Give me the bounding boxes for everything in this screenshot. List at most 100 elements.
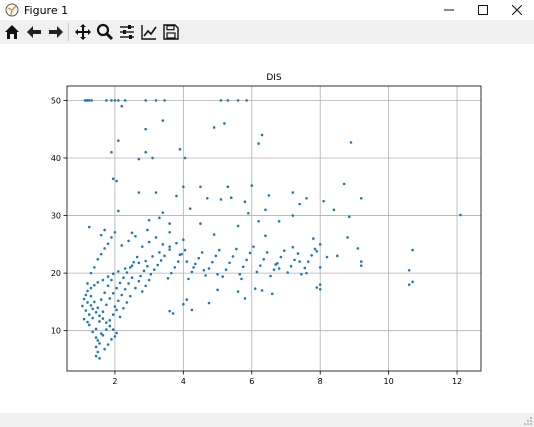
data-point [115,331,118,335]
data-point [359,260,363,263]
data-point [127,282,130,285]
data-point [137,157,141,161]
resize-grip-icon[interactable] [523,416,533,426]
data-point [98,357,101,360]
status-bar [0,413,534,427]
home-button[interactable] [2,22,22,42]
close-button[interactable] [500,0,534,20]
data-point [144,127,147,131]
data-point [260,289,264,292]
data-point [134,234,137,238]
data-point [93,300,96,304]
data-point [159,259,163,262]
data-point [132,260,136,264]
matplotlib-app-icon [4,2,20,18]
data-point [135,255,139,259]
data-point [117,99,120,102]
data-point [91,316,94,320]
zoom-button[interactable] [95,22,115,42]
data-point [255,270,259,274]
y-tick-label: 20 [51,269,61,278]
data-point [325,255,329,259]
data-point [207,301,211,305]
data-point [168,222,171,225]
data-point [298,260,301,263]
data-point [87,323,91,327]
save-button[interactable] [161,22,181,42]
pan-icon [75,24,91,40]
figure-canvas[interactable]: 2 4 6 8 10 12 10 20 30 40 50 DIS [0,44,534,413]
data-point [161,243,165,246]
data-point [202,268,206,272]
data-point [332,208,336,212]
data-point [264,208,267,212]
data-point [110,150,113,154]
data-point [140,290,144,293]
data-point [318,243,322,246]
data-point [98,342,101,345]
data-point [217,248,221,252]
data-point [286,271,289,274]
maximize-button[interactable] [466,0,500,20]
data-point [89,271,93,275]
data-point [176,260,180,263]
data-point [111,272,115,275]
window-titlebar: Figure 1 [0,0,534,20]
data-point [94,354,98,358]
data-point [306,260,310,263]
data-point [183,156,187,160]
data-point [111,291,115,295]
data-point [180,252,183,256]
data-point [236,224,240,228]
axis-ticks: 2 4 6 8 10 12 10 20 30 40 50 [51,96,462,386]
data-point [310,253,313,257]
data-point [318,287,322,291]
data-point [94,310,98,314]
data-point [168,309,171,313]
data-point [86,320,89,324]
data-point [204,274,207,277]
data-point [182,238,185,242]
data-point [163,99,166,102]
data-point [212,126,216,129]
data-point [106,284,110,288]
data-point [111,328,115,331]
data-point [117,139,120,142]
data-point [103,291,106,294]
data-point [185,260,189,263]
configure-subplots-button[interactable] [117,22,137,42]
home-icon [5,25,19,39]
data-point [115,308,118,312]
data-point [128,266,132,269]
data-point [117,299,120,303]
data-point [82,317,86,321]
data-point [300,272,303,276]
data-point [182,302,185,306]
back-button[interactable] [24,22,44,42]
data-point [264,234,267,237]
pan-button[interactable] [73,22,93,42]
data-point [170,271,173,275]
minimize-button[interactable] [432,0,466,20]
data-point [188,207,192,210]
data-point [101,278,105,282]
data-point [171,312,175,315]
data-point [161,119,165,122]
data-point [113,99,117,102]
data-point [182,185,185,189]
data-point [298,202,301,206]
grid-lines [67,86,481,371]
data-point [96,281,100,284]
data-point [245,258,248,262]
data-point [293,258,296,262]
data-point [303,266,307,270]
forward-button[interactable] [46,22,66,42]
data-point [94,345,98,349]
back-arrow-icon [27,26,41,38]
data-point [137,261,141,265]
data-point [235,247,238,251]
edit-axes-button[interactable] [139,22,159,42]
data-point [277,267,281,270]
data-point [245,99,248,102]
save-icon [163,24,179,40]
